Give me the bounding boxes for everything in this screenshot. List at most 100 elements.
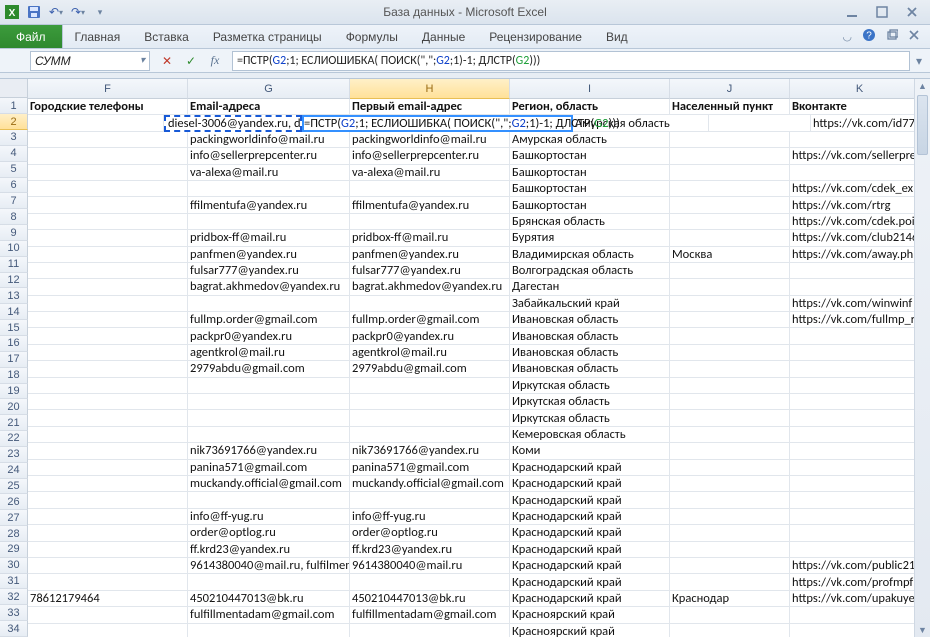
close-button[interactable]: [904, 4, 920, 20]
cell-I18[interactable]: Иркутская область: [510, 378, 670, 394]
maximize-button[interactable]: [874, 4, 890, 20]
row-header-29[interactable]: 29: [0, 542, 28, 558]
cell-G10[interactable]: panfmen@yandex.ru: [188, 247, 350, 263]
ribbon-tab-5[interactable]: Рецензирование: [477, 25, 594, 48]
cell-G18[interactable]: [188, 378, 350, 394]
row-header-8[interactable]: 8: [0, 209, 28, 225]
formula-input[interactable]: =ПСТР(G2;1; ЕСЛИОШИБКА( ПОИСК(",";G2;1)-…: [232, 51, 910, 71]
row-header-33[interactable]: 33: [0, 605, 28, 621]
cell-F32[interactable]: [28, 607, 188, 623]
cell-F18[interactable]: [28, 378, 188, 394]
cell-F5[interactable]: [28, 165, 188, 181]
cell-G17[interactable]: 2979abdu@gmail.com: [188, 361, 350, 377]
cell-H28[interactable]: ff.krd23@yandex.ru: [350, 542, 510, 558]
ribbon-tab-1[interactable]: Вставка: [132, 25, 201, 48]
cell-K5[interactable]: [790, 165, 930, 181]
qat-customize-icon[interactable]: ▾: [92, 4, 108, 20]
cell-F14[interactable]: [28, 312, 188, 328]
row-header-5[interactable]: 5: [0, 162, 28, 178]
cell-K15[interactable]: [790, 328, 930, 344]
cell-G30[interactable]: [188, 574, 350, 590]
scroll-thumb[interactable]: [917, 95, 928, 155]
cell-G2[interactable]: diesel-3006@yandex.ru, dorozk: [164, 115, 302, 131]
cell-K9[interactable]: https://vk.com/club2146: [790, 230, 930, 246]
cell-K26[interactable]: [790, 509, 930, 525]
cell-G32[interactable]: fulfillmentadam@gmail.com: [188, 607, 350, 623]
cell-G29[interactable]: 9614380040@mail.ru, fulfilment: [188, 558, 350, 574]
row-header-32[interactable]: 32: [0, 589, 28, 605]
ribbon-tab-3[interactable]: Формулы: [334, 25, 410, 48]
cell-H29[interactable]: 9614380040@mail.ru: [350, 558, 510, 574]
cell-F3[interactable]: [28, 132, 188, 148]
cell-K27[interactable]: [790, 525, 930, 541]
row-header-23[interactable]: 23: [0, 447, 28, 463]
cell-G5[interactable]: va-alexa@mail.ru: [188, 165, 350, 181]
undo-icon[interactable]: ↶ ▾: [48, 4, 64, 20]
cell-H16[interactable]: agentkrol@mail.ru: [350, 345, 510, 361]
row-header-6[interactable]: 6: [0, 178, 28, 194]
cell-J19[interactable]: [670, 394, 790, 410]
cell-G8[interactable]: [188, 214, 350, 230]
cell-J11[interactable]: [670, 263, 790, 279]
cell-J13[interactable]: [670, 296, 790, 312]
cell-F9[interactable]: [28, 230, 188, 246]
cell-I14[interactable]: Ивановская область: [510, 312, 670, 328]
cell-G26[interactable]: info@ff-yug.ru: [188, 509, 350, 525]
cell-J5[interactable]: [670, 165, 790, 181]
cell-K12[interactable]: [790, 279, 930, 295]
cell-I26[interactable]: Краснодарский край: [510, 509, 670, 525]
cell-I17[interactable]: Ивановская область: [510, 361, 670, 377]
cell-H33[interactable]: [350, 624, 510, 637]
row-header-16[interactable]: 16: [0, 336, 28, 352]
cell-G27[interactable]: order@optlog.ru: [188, 525, 350, 541]
cancel-entry-icon[interactable]: ✕: [160, 54, 174, 68]
cell-K30[interactable]: https://vk.com/profmpf: [790, 574, 930, 590]
cell-J4[interactable]: [670, 148, 790, 164]
cell-H3[interactable]: packingworldinfo@mail.ru: [350, 132, 510, 148]
cell-I4[interactable]: Башкортостан: [510, 148, 670, 164]
ribbon-minimize-icon[interactable]: ◡: [842, 30, 852, 43]
header-cell-G[interactable]: Email-адреса: [188, 99, 350, 115]
formula-bar-expand-icon[interactable]: ▾: [916, 54, 930, 68]
cell-F13[interactable]: [28, 296, 188, 312]
cell-K18[interactable]: [790, 378, 930, 394]
row-header-24[interactable]: 24: [0, 463, 28, 479]
cell-K24[interactable]: [790, 476, 930, 492]
cell-F6[interactable]: [28, 181, 188, 197]
cell-F17[interactable]: [28, 361, 188, 377]
cell-H9[interactable]: pridbox-ff@mail.ru: [350, 230, 510, 246]
cell-H15[interactable]: packpr0@yandex.ru: [350, 328, 510, 344]
cell-F19[interactable]: [28, 394, 188, 410]
cell-F8[interactable]: [28, 214, 188, 230]
cell-J18[interactable]: [670, 378, 790, 394]
cell-F33[interactable]: [28, 624, 188, 637]
cell-I20[interactable]: Иркутская область: [510, 410, 670, 426]
cell-I30[interactable]: Краснодарский край: [510, 574, 670, 590]
row-header-13[interactable]: 13: [0, 288, 28, 304]
cell-F28[interactable]: [28, 542, 188, 558]
cell-K28[interactable]: [790, 542, 930, 558]
cell-H14[interactable]: fullmp.order@gmail.com: [350, 312, 510, 328]
scroll-down-icon[interactable]: ▼: [915, 623, 930, 637]
cell-J32[interactable]: [670, 607, 790, 623]
ribbon-tab-2[interactable]: Разметка страницы: [201, 25, 334, 48]
cell-F21[interactable]: [28, 427, 188, 443]
cell-G3[interactable]: packingworldinfo@mail.ru: [188, 132, 350, 148]
cell-J26[interactable]: [670, 509, 790, 525]
cell-I24[interactable]: Краснодарский край: [510, 476, 670, 492]
cell-H5[interactable]: va-alexa@mail.ru: [350, 165, 510, 181]
row-header-19[interactable]: 19: [0, 384, 28, 400]
column-header-H[interactable]: H: [350, 79, 510, 99]
cell-H31[interactable]: 450210447013@bk.ru: [350, 591, 510, 607]
cell-J17[interactable]: [670, 361, 790, 377]
cell-G21[interactable]: [188, 427, 350, 443]
column-header-J[interactable]: J: [670, 79, 790, 99]
cell-H8[interactable]: [350, 214, 510, 230]
cell-J3[interactable]: [670, 132, 790, 148]
cell-H11[interactable]: fulsar777@yandex.ru: [350, 263, 510, 279]
cell-J9[interactable]: [670, 230, 790, 246]
cell-H24[interactable]: muckandy.official@gmail.com: [350, 476, 510, 492]
cell-G6[interactable]: [188, 181, 350, 197]
cell-I10[interactable]: Владимирская область: [510, 247, 670, 263]
cell-I32[interactable]: Красноярский край: [510, 607, 670, 623]
